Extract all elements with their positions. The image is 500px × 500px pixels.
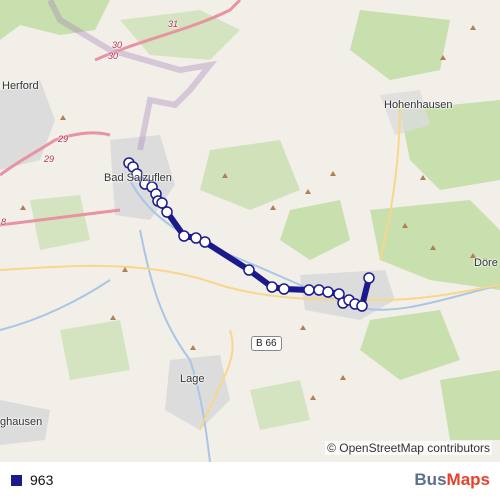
place-label: Bad Salzuflen bbox=[104, 172, 172, 184]
route-stop bbox=[161, 206, 173, 218]
route-stop bbox=[303, 284, 315, 296]
place-label: Lage bbox=[180, 373, 205, 385]
place-label: Döre bbox=[474, 257, 498, 269]
route-stop bbox=[266, 281, 278, 293]
busmaps-logo[interactable]: BusMaps bbox=[414, 470, 490, 490]
route-stop bbox=[243, 264, 255, 276]
forest-areas bbox=[0, 0, 500, 440]
route-stop bbox=[199, 236, 211, 248]
route-stop bbox=[356, 300, 368, 312]
place-label: ghausen bbox=[0, 416, 43, 428]
route-number-label: 963 bbox=[30, 472, 54, 488]
brand-part-1: Bus bbox=[414, 470, 447, 489]
place-label: Herford bbox=[2, 80, 39, 92]
road-number: 29 bbox=[44, 154, 55, 164]
map-attribution[interactable]: © OpenStreetMap contributors bbox=[325, 441, 492, 455]
route-stop bbox=[278, 283, 290, 295]
brand-part-2: Maps bbox=[446, 470, 490, 489]
road-number: 31 bbox=[168, 19, 179, 29]
road-shield-b66: B 66 bbox=[251, 336, 282, 351]
map-tiles bbox=[0, 0, 500, 462]
route-stop bbox=[322, 286, 334, 298]
road-number: 29 bbox=[58, 134, 69, 144]
road-number: 8 bbox=[1, 217, 7, 227]
road-number: 30 bbox=[108, 51, 119, 61]
map-canvas[interactable]: Herford Hohenhausen Bad Salzuflen Lage D… bbox=[0, 0, 500, 462]
route-stop bbox=[363, 272, 375, 284]
route-stop bbox=[178, 230, 190, 242]
road-number: 30 bbox=[112, 40, 123, 50]
place-label: Hohenhausen bbox=[384, 99, 453, 111]
route-color-swatch bbox=[11, 475, 22, 486]
